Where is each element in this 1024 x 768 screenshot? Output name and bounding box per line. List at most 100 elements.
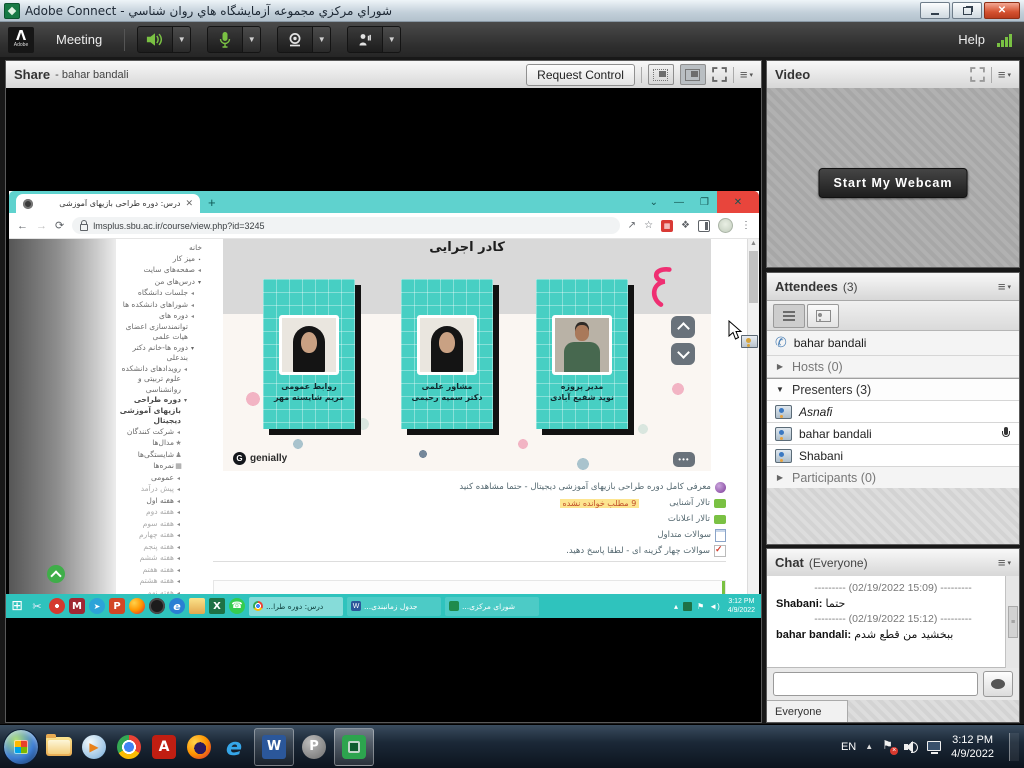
media-player-icon[interactable]: ▶ (79, 732, 109, 762)
restore-button[interactable] (952, 2, 982, 19)
chat-scrollbar-grip[interactable]: ≡ (1008, 606, 1018, 638)
fullscreen-icon[interactable] (712, 67, 727, 82)
new-tab-button[interactable]: + (208, 195, 216, 210)
internet-explorer-icon[interactable]: e (169, 598, 185, 614)
minimize-button[interactable] (920, 2, 950, 19)
connection-status-icon[interactable] (997, 33, 1012, 47)
recorder-icon[interactable] (49, 598, 65, 614)
phone-attendee-row[interactable]: ✆ bahar bandali (767, 331, 1019, 356)
lms-nav-item[interactable]: هفته پنجم (116, 542, 213, 554)
close-button[interactable]: ✕ (984, 2, 1020, 19)
course-activity-row[interactable]: معرفی کامل دوره طراحی بازیهای آموزشی دیج… (213, 479, 726, 495)
pod-menu-icon[interactable]: ≡▾ (740, 68, 753, 81)
taskbar-clock[interactable]: 3:12 PM 4/9/2022 (951, 733, 994, 761)
share-page-icon[interactable]: ↗ (628, 220, 636, 231)
lms-nav-item[interactable]: هفته چهارم (116, 530, 213, 542)
lms-nav-item[interactable]: شایستگی‌ها (116, 450, 213, 462)
psiphon-icon[interactable]: P (299, 732, 329, 762)
slide-down-button[interactable] (671, 343, 695, 365)
network-icon[interactable] (927, 741, 942, 753)
pod-menu-icon[interactable]: ≡▾ (998, 68, 1011, 81)
lms-nav-item[interactable]: هفته هفتم (116, 565, 213, 577)
lms-nav-item[interactable]: دوره طراحی بازیهای آموزشی دیجیتال (116, 395, 213, 427)
chat-input[interactable] (773, 672, 978, 696)
pod-menu-icon[interactable]: ≡▾ (998, 556, 1011, 569)
course-activity-row[interactable]: تالار اعلانات (213, 511, 726, 527)
browser-menu-icon[interactable]: ⋮ (741, 220, 751, 231)
language-indicator[interactable]: EN (841, 741, 856, 753)
browser-minimize-icon[interactable]: — (666, 197, 692, 208)
meeting-menu[interactable]: Meeting (42, 32, 116, 47)
maroon-app-icon[interactable]: M (69, 598, 85, 614)
obs-icon[interactable] (149, 598, 165, 614)
file-explorer-icon[interactable] (189, 598, 205, 614)
lms-nav-item[interactable]: شرکت کنندگان (116, 427, 213, 439)
extension-red-icon[interactable]: ▦ (661, 220, 673, 232)
shared-flag-icon[interactable]: ⚑ (697, 602, 704, 611)
forward-icon[interactable]: → (36, 220, 47, 232)
lms-nav-item[interactable]: هفته ششم (116, 553, 213, 565)
shared-clock[interactable]: 3:12 PM 4/9/2022 (725, 597, 758, 615)
embed-more-button[interactable]: ••• (673, 452, 695, 467)
microphone-button[interactable] (207, 26, 243, 53)
webcam-dropdown[interactable]: ▼ (313, 26, 331, 53)
back-icon[interactable]: ← (17, 220, 28, 232)
start-webcam-button[interactable]: Start My Webcam (819, 168, 968, 198)
staff-card[interactable]: مشاور علمیدکتر سمیه رحیمی (401, 279, 493, 429)
reload-icon[interactable]: ⟳ (55, 219, 64, 232)
lms-nav-item[interactable]: نمره‌ها (116, 461, 213, 473)
word-icon[interactable]: W (259, 732, 289, 762)
send-message-button[interactable] (983, 671, 1013, 697)
word-icon-button[interactable]: W (254, 728, 294, 766)
speaker-button[interactable] (137, 26, 173, 53)
adobe-reader-icon[interactable]: A (149, 732, 179, 762)
firefox-icon[interactable] (129, 598, 145, 614)
start-button[interactable] (3, 729, 39, 765)
lms-nav-item[interactable]: مدال‌ها (116, 438, 213, 450)
adobe-connect-icon-button[interactable] (334, 728, 374, 766)
extensions-puzzle-icon[interactable]: ❖ (681, 220, 690, 231)
chat-scrollbar[interactable]: ≡ (1005, 576, 1019, 668)
lms-nav-item[interactable]: جلسات دانشگاه (116, 288, 213, 300)
lms-nav-item[interactable]: خانه (116, 243, 213, 254)
lms-nav-item[interactable]: درس‌های من (116, 277, 213, 289)
snipping-tool-icon[interactable]: ✂ (29, 598, 45, 614)
address-bar[interactable]: lmsplus.sbu.ac.ir/course/view.php?id=324… (72, 217, 619, 234)
fullscreen-icon[interactable] (970, 67, 985, 82)
browser-restore-icon[interactable]: ❐ (692, 197, 717, 208)
lms-nav-item[interactable]: صفحه‌های سایت (116, 265, 213, 277)
tab-search-chevron-icon[interactable]: ⌄ (642, 197, 666, 208)
activity-label[interactable]: تالار آشنایی (669, 498, 710, 508)
shared-excel-tray-icon[interactable] (683, 602, 692, 611)
lms-nav-item[interactable]: شوراهای دانشکده ها (116, 300, 213, 312)
activity-label[interactable]: سوالات چهار گزینه ای - لطفا پاسخ دهید. (566, 546, 710, 556)
activity-label[interactable]: سوالات متداول (657, 530, 711, 540)
page-scrollbar[interactable]: ▲ (747, 239, 759, 594)
presenter-row[interactable]: Asnafi (767, 401, 1019, 423)
chrome-icon[interactable] (114, 732, 144, 762)
powerpoint-icon[interactable]: P (109, 598, 125, 614)
file-explorer-icon[interactable] (44, 732, 74, 762)
lms-nav-item[interactable]: هفته هشتم (116, 576, 213, 588)
lms-nav-item[interactable]: پیش درآمد (116, 484, 213, 496)
genially-brand[interactable]: G genially (233, 452, 287, 465)
webcam-button[interactable] (277, 26, 313, 53)
shared-volume-icon[interactable]: ◄) (709, 602, 720, 611)
presenters-group-row[interactable]: ▼ Presenters (3) (767, 378, 1019, 401)
staff-card[interactable]: روابط عمومیمریم شایسته مهر (263, 279, 355, 429)
lms-nav-item[interactable]: رویدادهای دانشکده علوم تربیتی و روانشناس… (116, 364, 213, 396)
excel-icon[interactable]: X (209, 598, 225, 614)
bookmark-star-icon[interactable]: ☆ (644, 220, 653, 231)
scroll-to-top-button[interactable] (47, 565, 65, 583)
shared-start-button[interactable]: ⊞ (9, 598, 25, 614)
presenter-row[interactable]: bahar bandali (767, 423, 1019, 445)
lms-nav-item[interactable]: هفته اول (116, 496, 213, 508)
pod-menu-icon[interactable]: ≡▾ (998, 280, 1011, 293)
firefox-icon[interactable] (184, 732, 214, 762)
hidden-icons-arrow[interactable]: ▲ (865, 742, 873, 751)
lms-nav-item[interactable]: هفته سوم (116, 519, 213, 531)
microphone-dropdown[interactable]: ▼ (243, 26, 261, 53)
profile-avatar[interactable] (718, 218, 733, 233)
slide-up-button[interactable] (671, 316, 695, 338)
card-view-button[interactable] (807, 304, 839, 328)
